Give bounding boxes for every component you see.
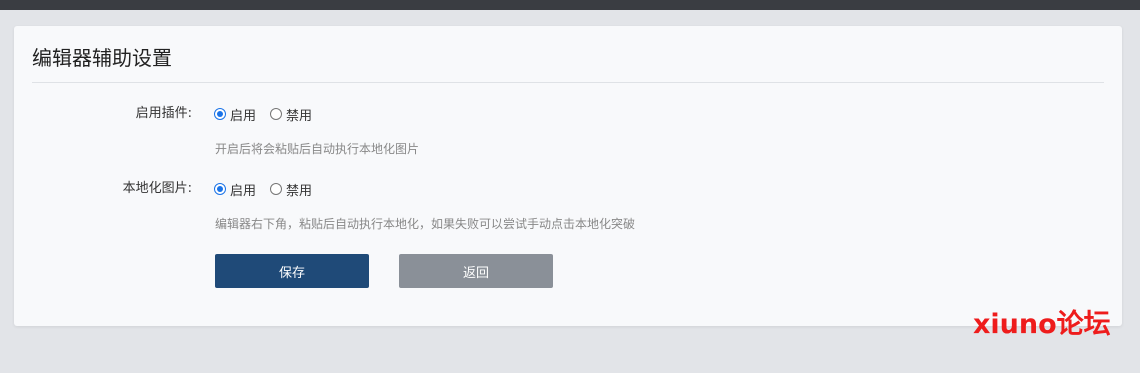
radio-group-localize-images: 启用 禁用 [214, 178, 326, 200]
save-button[interactable]: 保存 [215, 254, 369, 288]
radio-button[interactable] [270, 183, 283, 195]
setting-hint-plugin: 开启后将会粘贴后自动执行本地化图片 [215, 142, 420, 156]
back-button[interactable]: 返回 [399, 254, 553, 288]
setting-label-plugin: 启用插件: [135, 106, 192, 121]
watermark-logo: xiuno论坛 [973, 309, 1111, 340]
radio-group-plugin: 启用 禁用 [214, 103, 326, 125]
radio-label: 禁用 [286, 183, 313, 199]
top-nav-bar [0, 0, 1140, 10]
radio-label: 启用 [230, 183, 257, 199]
setting-row-plugin: 启用插件: 启用 禁用 [14, 103, 1122, 125]
setting-row-localize-images: 本地化图片: 启用 禁用 [14, 178, 1122, 200]
setting-label-localize-images: 本地化图片: [122, 181, 192, 196]
radio-option-plugin-disable[interactable]: 禁用 [270, 105, 312, 124]
setting-hint-localize-images: 编辑器右下角，粘贴后自动执行本地化，如果失败可以尝试手动点击本地化突破 [215, 217, 636, 231]
radio-button-checked[interactable] [214, 108, 226, 120]
radio-label: 启用 [230, 108, 257, 124]
radio-option-localize-disable[interactable]: 禁用 [270, 180, 312, 199]
page-title: 编辑器辅助设置 [32, 46, 172, 70]
radio-option-localize-enable[interactable]: 启用 [214, 180, 256, 199]
radio-button-checked[interactable] [214, 183, 226, 195]
settings-panel: 编辑器辅助设置 启用插件: 启用 禁用 开启后将会粘贴后自动执行本地化图片 本地… [14, 26, 1122, 326]
radio-button[interactable] [270, 108, 283, 120]
radio-option-plugin-enable[interactable]: 启用 [214, 105, 256, 124]
radio-label: 禁用 [286, 108, 313, 124]
title-divider [32, 82, 1104, 83]
